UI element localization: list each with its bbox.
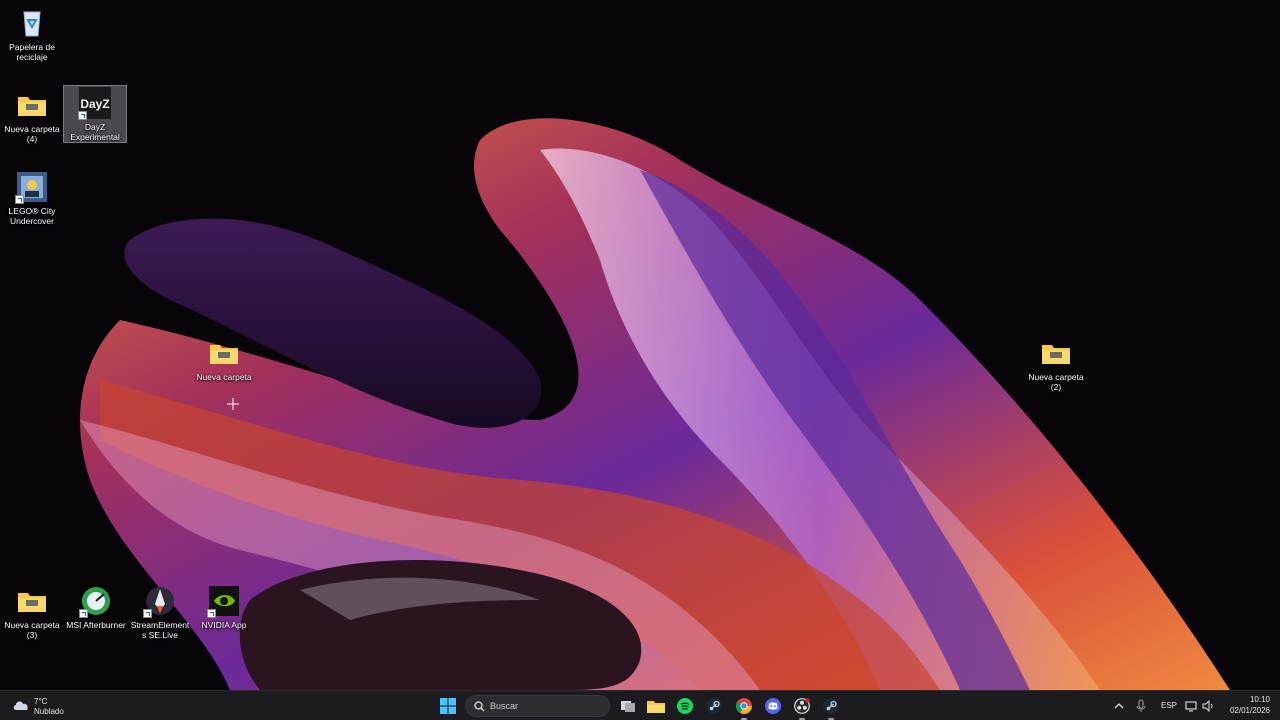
cloud-icon [13,701,28,710]
msi-afterburner-icon [79,584,113,618]
shortcut-arrow-icon [78,111,87,120]
weather-condition: Nublado [34,707,64,716]
spotify-icon [677,698,693,714]
steam-button[interactable] [703,695,725,717]
obs-icon [794,698,810,714]
nvidia-icon [207,584,241,618]
discord-button[interactable] [762,695,784,717]
clock-date: 02/01/2026 [1229,706,1270,715]
recycle-bin-icon [15,6,49,40]
streamelements-icon [143,584,177,618]
task-view-icon [621,701,635,712]
steam-running-button[interactable] [820,695,842,720]
start-button[interactable] [437,695,459,717]
desktop-icon-label: MSI Afterburner [66,620,126,630]
desktop-icon-msi-afterburner[interactable]: MSI Afterburner [65,584,127,630]
folder-icon [15,584,49,618]
chrome-icon [736,698,752,714]
desktop-icon-label: Nueva carpeta (2) [1028,372,1084,392]
folder-icon [1039,336,1073,370]
obs-button[interactable] [791,695,813,720]
desktop-wallpaper [0,0,1280,690]
desktop-icon-label: StreamElements SE.Live [130,620,190,640]
dayz-icon: DayZ [78,86,112,120]
desktop-icon-folder-2[interactable]: Nueva carpeta (2) [1025,336,1087,392]
folder-icon [207,336,241,370]
folder-icon [15,88,49,122]
shortcut-arrow-icon [15,195,24,204]
search-placeholder: Buscar [490,701,519,711]
desktop-icon-streamelements[interactable]: StreamElements SE.Live [129,584,191,640]
speaker-icon [1202,700,1213,712]
start-icon [440,698,456,714]
desktop-icon-label: Nueva carpeta (4) [4,124,60,144]
shortcut-arrow-icon [143,609,152,618]
steam-icon [706,698,722,714]
desktop-icon-folder-4[interactable]: Nueva carpeta (4) [1,88,63,144]
clock[interactable]: 10:10 02/01/2026 [1222,693,1276,719]
clock-time: 10:10 [1249,695,1270,704]
desktop-icon-label: NVIDIA App [201,620,247,630]
show-hidden-icons-button[interactable] [1110,695,1128,717]
move-cursor-icon [227,398,239,410]
dayz-logo-text: DayZ [80,97,109,111]
desktop-icon-folder[interactable]: Nueva carpeta [193,336,255,382]
desktop-icon-folder-3[interactable]: Nueva carpeta (3) [1,584,63,640]
desktop-icon-recycle-bin[interactable]: Papelera de reciclaje [1,6,63,62]
taskbar-search-box[interactable]: Buscar [465,695,610,717]
desktop-icon-lego-city[interactable]: LEGO® City Undercover [1,170,63,226]
steam-icon [823,698,839,714]
search-icon [474,701,485,712]
chevron-up-icon [1114,703,1124,709]
shortcut-arrow-icon [79,609,88,618]
discord-icon [765,698,781,714]
network-icon [1185,701,1197,712]
desktop-icon-label: DayZ Experimental [70,122,120,142]
weather-temperature: 7°C [34,697,48,706]
desktop-icon-label: LEGO® City Undercover [8,206,56,226]
file-explorer-icon [647,701,665,713]
desktop-icon-dayz-experimental[interactable]: DayZ DayZ Experimental [63,85,127,143]
desktop-icon-label: Nueva carpeta (3) [4,620,60,640]
microphone-button[interactable] [1132,695,1150,717]
volume-button[interactable] [1199,695,1217,717]
desktop-icon-nvidia-app[interactable]: NVIDIA App [193,584,255,630]
desktop-icon-label: Nueva carpeta [196,372,252,382]
task-view-button[interactable] [617,695,639,717]
desktop-icon-label: Papelera de reciclaje [9,42,55,62]
spotify-button[interactable] [674,695,696,717]
chrome-button[interactable] [733,695,755,720]
microphone-icon [1136,699,1146,712]
shortcut-arrow-icon [207,609,216,618]
taskbar: 7°C Nublado Buscar ESP 10:10 02/01/2026 [0,690,1280,720]
lego-city-icon [15,170,49,204]
weather-widget[interactable]: 7°C Nublado [10,695,80,717]
file-explorer-button[interactable] [645,695,667,717]
language-indicator[interactable]: ESP [1161,701,1177,710]
